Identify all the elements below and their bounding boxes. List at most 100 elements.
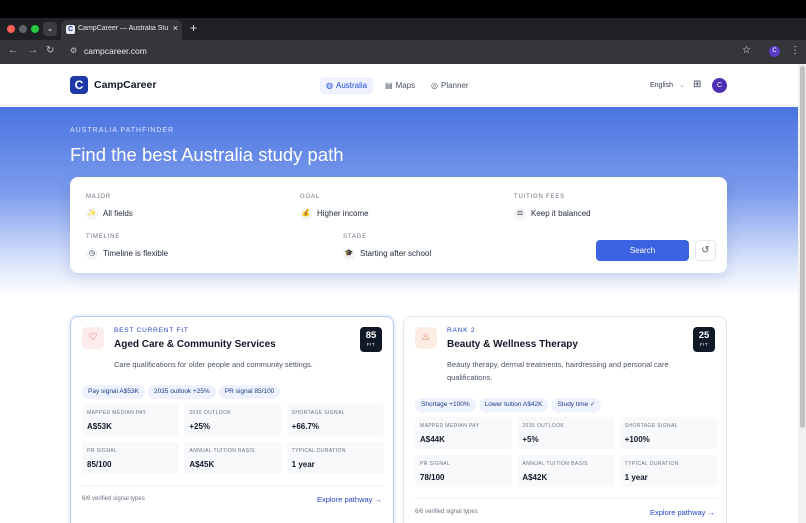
tuition-select[interactable]: ⚖ Keep it balanced	[514, 208, 591, 220]
nav-planner-label: Planner	[440, 81, 469, 90]
language-selector[interactable]: English ⌄	[650, 81, 685, 89]
heart-pulse-icon: ♡	[82, 327, 104, 349]
reload-icon[interactable]: ↻	[46, 45, 54, 56]
stage-label: STAGE	[343, 234, 367, 240]
stat-label: MAPPED MEDIAN PAY	[87, 410, 147, 416]
graduation-cap-icon: 🎓	[343, 248, 355, 260]
stat-label: SHORTAGE SIGNAL	[624, 423, 678, 429]
hero-title: Find the best Australia study path	[70, 144, 344, 165]
card-description: Care qualifications for older people and…	[114, 360, 313, 369]
page-scrollbar[interactable]	[798, 64, 806, 523]
timeline-select[interactable]: ◷ Timeline is flexible	[86, 248, 168, 260]
tuition-value: Keep it balanced	[531, 209, 591, 219]
stat-tile: MAPPED MEDIAN PAY A$53K	[82, 404, 180, 436]
stat-value: A$53K	[87, 422, 112, 431]
fit-score-label: FIT	[366, 342, 376, 347]
pathway-card-beauty-wellness[interactable]: ♨ RANK 2 Beauty & Wellness Therapy Beaut…	[403, 316, 727, 523]
stat-value: +5%	[522, 435, 539, 444]
stat-value: 1 year	[291, 460, 315, 469]
major-select[interactable]: ✨ All fields	[86, 208, 133, 220]
sparkle-icon: ✨	[86, 208, 98, 220]
stat-tile: SHORTAGE SIGNAL +66.7%	[286, 404, 384, 436]
window-close-button[interactable]	[7, 25, 15, 33]
apps-grid-icon[interactable]: ⊞	[693, 79, 701, 90]
stat-value: 1 year	[624, 473, 648, 482]
goal-select[interactable]: 💰 Higher income	[300, 208, 369, 220]
signal-chip: PR signal 85/100	[218, 385, 281, 399]
back-arrow-icon[interactable]: ←	[8, 45, 18, 56]
stat-value: A$45K	[189, 460, 215, 469]
fit-score-badge: 25 FIT	[693, 327, 715, 352]
stat-tile: PR SIGNAL 78/100	[415, 455, 513, 487]
verified-signals-note: 6/6 verified signal types	[82, 496, 145, 502]
stat-value: 85/100	[87, 460, 112, 469]
stat-value: +100%	[624, 435, 650, 444]
stage-value: Starting after school	[360, 249, 432, 259]
stat-tile: MAPPED MEDIAN PAY A$44K	[415, 417, 513, 449]
stat-label: ANNUAL TUITION BASIS	[522, 461, 588, 467]
page-viewport: C CampCareer ◍ Australia ▤ Maps ◎ Planner E…	[0, 64, 806, 523]
stat-tile: SHORTAGE SIGNAL +100%	[619, 417, 717, 449]
brand-logo[interactable]: C	[70, 76, 88, 94]
url-field[interactable]: campcareer.com	[84, 46, 147, 56]
stat-tile: 2035 OUTLOOK +5%	[517, 417, 615, 449]
spa-icon: ♨	[415, 327, 437, 349]
stat-tile: PR SIGNAL 85/100	[82, 442, 180, 474]
stat-label: 2035 OUTLOOK	[189, 410, 232, 416]
fit-score-badge: 85 FIT	[360, 327, 382, 352]
bookmark-star-icon[interactable]: ☆	[742, 45, 751, 56]
forward-arrow-icon[interactable]: →	[28, 45, 38, 56]
stat-label: ANNUAL TUITION BASIS	[189, 448, 255, 454]
pathway-card-aged-care[interactable]: ♡ BEST CURRENT FIT Aged Care & Community…	[70, 316, 394, 523]
nav-australia[interactable]: ◍ Australia	[320, 77, 374, 94]
stat-tile: TYPICAL DURATION 1 year	[286, 442, 384, 474]
window-minimize-button[interactable]	[19, 25, 27, 33]
card-divider	[82, 485, 384, 486]
tab-title: CampCareer — Australia Study	[78, 25, 168, 32]
user-avatar[interactable]: C	[712, 78, 727, 93]
stat-label: PR SIGNAL	[420, 461, 451, 467]
nav-maps[interactable]: ▤ Maps	[379, 77, 421, 94]
reset-icon[interactable]: ↺	[695, 240, 716, 261]
tab-close-icon[interactable]: ×	[173, 23, 178, 33]
stat-value: A$44K	[420, 435, 445, 444]
nav-maps-label: Maps	[395, 81, 416, 90]
site-info-icon[interactable]: ⚙	[70, 46, 77, 55]
signal-chip: 2035 outlook +25%	[147, 385, 216, 399]
search-panel: MAJOR ✨ All fields GOAL 💰 Higher income TU…	[70, 177, 727, 273]
map-icon: ▤	[385, 81, 393, 90]
explore-pathway-link[interactable]: Explore pathway →	[650, 508, 715, 517]
timeline-value: Timeline is flexible	[103, 249, 169, 259]
stat-value: +25%	[189, 422, 211, 431]
stat-label: MAPPED MEDIAN PAY	[420, 423, 480, 429]
brand-name[interactable]: CampCareer	[94, 79, 156, 91]
scrollbar-thumb[interactable]	[800, 66, 805, 428]
stat-value: 78/100	[420, 473, 445, 482]
signal-chip: Study time ✓	[551, 398, 602, 412]
new-tab-button[interactable]: +	[190, 21, 197, 35]
browser-profile-avatar[interactable]: C	[769, 46, 780, 57]
nav-planner[interactable]: ◎ Planner	[425, 77, 475, 94]
scale-icon: ⚖	[514, 208, 526, 220]
browser-menu-icon[interactable]: ⋮	[790, 45, 800, 56]
site-header: C CampCareer ◍ Australia ▤ Maps ◎ Planner E…	[0, 64, 798, 106]
hero-eyebrow: AUSTRALIA PATHFINDER	[70, 127, 175, 134]
search-button[interactable]: Search	[596, 240, 689, 261]
window-maximize-button[interactable]	[31, 25, 39, 33]
nav-australia-label: Australia	[335, 81, 368, 90]
stat-label: PR SIGNAL	[87, 448, 118, 454]
goal-value: Higher income	[317, 209, 369, 219]
card-kicker: RANK 2	[447, 327, 476, 334]
browser-tab-active[interactable]: C CampCareer — Australia Study ×	[61, 20, 182, 40]
stat-label: TYPICAL DURATION	[624, 461, 679, 467]
card-title: Beauty & Wellness Therapy	[447, 339, 578, 350]
stat-value: A$42K	[522, 473, 548, 482]
stat-tile: ANNUAL TUITION BASIS A$45K	[184, 442, 282, 474]
stat-tile: ANNUAL TUITION BASIS A$42K	[517, 455, 615, 487]
stage-select[interactable]: 🎓 Starting after school	[343, 248, 431, 260]
stat-label: 2035 OUTLOOK	[522, 423, 565, 429]
globe-icon: ◍	[326, 81, 333, 90]
tab-search-dropdown-icon[interactable]: ⌄	[43, 22, 57, 36]
explore-pathway-link[interactable]: Explore pathway →	[317, 495, 382, 504]
stat-tile: TYPICAL DURATION 1 year	[619, 455, 717, 487]
